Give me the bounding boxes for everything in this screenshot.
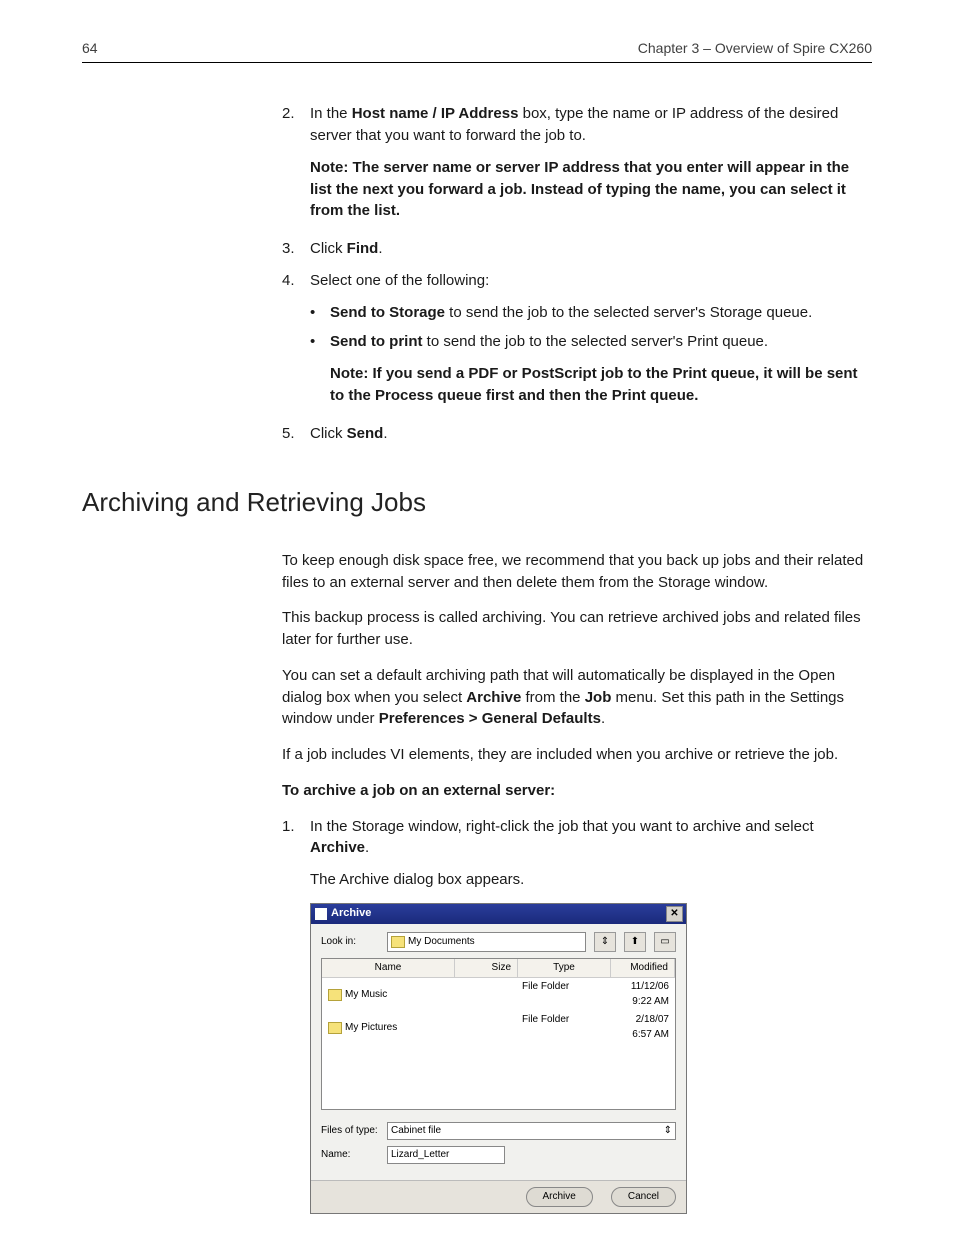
archive-button[interactable]: Archive [526, 1187, 593, 1208]
step-number: 4. [282, 270, 310, 292]
note-block: Note: If you send a PDF or PostScript jo… [330, 363, 872, 407]
look-in-label: Look in: [321, 935, 379, 950]
step-text: In the Host name / IP Address box, type … [310, 103, 872, 147]
chevron-updown-icon: ⇕ [664, 1124, 672, 1139]
page-number: 64 [82, 38, 98, 58]
filename-input[interactable]: Lizard_Letter [387, 1146, 505, 1164]
look-in-field[interactable]: My Documents [387, 932, 586, 952]
paragraph: You can set a default archiving path tha… [282, 665, 872, 730]
step-number: 2. [282, 103, 310, 147]
bullet-dot: • [310, 331, 330, 353]
step-number: 1. [282, 816, 310, 891]
folder-icon [391, 936, 405, 948]
folder-icon [328, 1022, 342, 1034]
step-number: 5. [282, 423, 310, 445]
col-type[interactable]: Type [518, 959, 611, 978]
bullet-dot: • [310, 302, 330, 324]
files-of-type-label: Files of type: [321, 1124, 379, 1139]
step-text: Select one of the following: [310, 270, 872, 292]
bullet-text: Send to print to send the job to the sel… [330, 331, 872, 353]
up-folder-button[interactable]: ⬆ [624, 932, 646, 952]
col-size[interactable]: Size [455, 959, 518, 978]
content-area: 2. In the Host name / IP Address box, ty… [282, 103, 872, 444]
dialog-icon [315, 908, 327, 920]
running-header: 64 Chapter 3 – Overview of Spire CX260 [82, 38, 872, 63]
cancel-button[interactable]: Cancel [611, 1187, 676, 1208]
list-item[interactable]: My Pictures File Folder 2/18/07 6:57 AM [322, 1011, 675, 1044]
paragraph: This backup process is called archiving.… [282, 607, 872, 651]
chapter-title: Chapter 3 – Overview of Spire CX260 [638, 38, 872, 58]
col-name[interactable]: Name [322, 959, 455, 978]
close-icon[interactable]: ✕ [666, 906, 683, 922]
file-list-header: Name Size Type Modified [322, 959, 675, 979]
col-modified[interactable]: Modified [611, 959, 675, 978]
section-heading: Archiving and Retrieving Jobs [82, 484, 872, 522]
files-of-type-select[interactable]: Cabinet file ⇕ [387, 1122, 676, 1140]
dropdown-button[interactable]: ⇕ [594, 932, 616, 952]
dialog-titlebar: Archive ✕ [311, 904, 686, 924]
new-folder-button[interactable]: ▭ [654, 932, 676, 952]
filename-label: Name: [321, 1148, 379, 1163]
paragraph: If a job includes VI elements, they are … [282, 744, 872, 766]
note-block: Note: The server name or server IP addre… [310, 157, 872, 222]
step-text: Click Send. [310, 423, 872, 445]
paragraph: To keep enough disk space free, we recom… [282, 550, 872, 594]
folder-icon [328, 989, 342, 1001]
step-number: 3. [282, 238, 310, 260]
bullet-text: Send to Storage to send the job to the s… [330, 302, 872, 324]
step-text: In the Storage window, right-click the j… [310, 816, 872, 891]
file-list[interactable]: Name Size Type Modified My Music File Fo… [321, 958, 676, 1110]
dialog-title-text: Archive [331, 906, 371, 922]
archive-dialog: Archive ✕ Look in: My Documents ⇕ ⬆ ▭ [310, 903, 687, 1215]
list-item[interactable]: My Music File Folder 11/12/06 9:22 AM [322, 978, 675, 1011]
step-text: Click Find. [310, 238, 872, 260]
subheading: To archive a job on an external server: [282, 780, 872, 802]
